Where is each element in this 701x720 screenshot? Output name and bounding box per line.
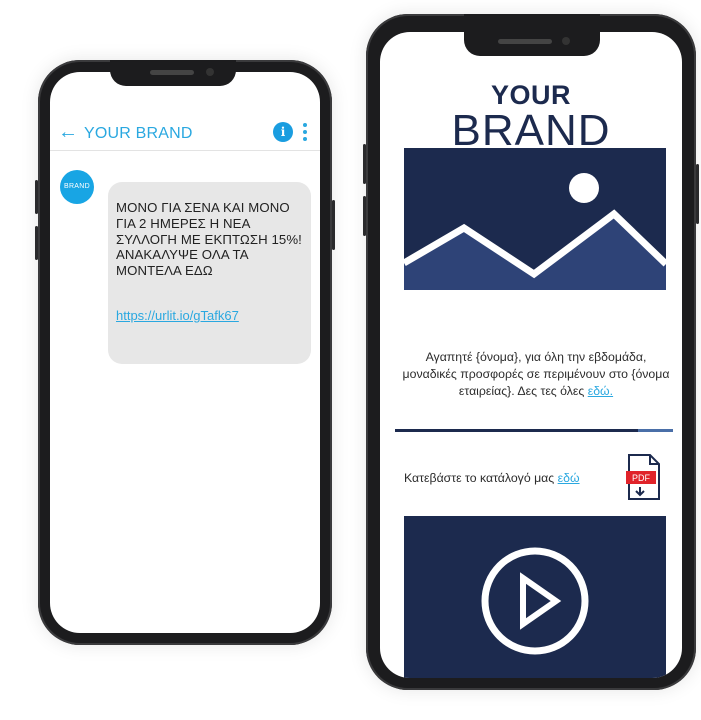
power-button (332, 200, 335, 250)
front-camera (562, 37, 570, 45)
message-text: ΜΟΝΟ ΓΙΑ ΣΕΝΑ ΚΑΙ ΜΟΝΟ ΓΙΑ 2 ΗΜΕΡΕΣ Η ΝΕ… (116, 200, 302, 279)
email-body-text: Αγαπητέ {όνομα}, για όλη την εβδομάδα, μ… (402, 350, 670, 398)
email-screen: YOUR BRAND Αγαπητέ {όνομα}, για όλη την … (380, 32, 682, 678)
pdf-label: PDF (632, 473, 651, 483)
play-circle (481, 547, 589, 655)
volume-button (35, 180, 38, 214)
volume-button (35, 226, 38, 260)
message-link[interactable]: https://urlit.io/gTafk67 (116, 308, 239, 323)
catalog-row: Κατεβάστε το κατάλογό μας εδώ (404, 471, 580, 485)
catalog-text: Κατεβάστε το κατάλογό μας (404, 471, 555, 485)
more-options-icon[interactable] (302, 122, 308, 142)
divider-accent (638, 429, 673, 432)
email-body-link[interactable]: εδώ. (588, 384, 613, 398)
video-player[interactable] (404, 516, 666, 678)
email-phone: YOUR BRAND Αγαπητέ {όνομα}, για όλη την … (363, 14, 699, 690)
pdf-icon[interactable]: PDF (626, 453, 662, 501)
volume-button (363, 196, 366, 236)
front-camera (206, 68, 214, 76)
arrow-left-icon[interactable]: ← (58, 122, 78, 142)
sms-header: ← YOUR BRAND i (50, 116, 320, 151)
divider (395, 429, 673, 432)
sms-screen: ← YOUR BRAND i BRAND ΜΟΝΟ ΓΙΑ ΣΕΝΑ ΚΑΙ Μ… (50, 72, 320, 633)
landscape-icon (404, 173, 666, 290)
play-icon[interactable] (520, 572, 562, 630)
info-icon[interactable]: i (273, 122, 293, 142)
hero-image-placeholder (404, 148, 666, 290)
speaker (150, 70, 194, 75)
sms-phone: ← YOUR BRAND i BRAND ΜΟΝΟ ΓΙΑ ΣΕΝΑ ΚΑΙ Μ… (35, 60, 335, 645)
email-body: Αγαπητέ {όνομα}, για όλη την εβδομάδα, μ… (402, 349, 670, 400)
catalog-link[interactable]: εδώ (558, 471, 580, 485)
avatar: BRAND (60, 170, 94, 204)
power-button (696, 164, 699, 224)
notch (464, 14, 600, 56)
speaker (498, 39, 552, 44)
volume-button (363, 144, 366, 184)
message-bubble: ΜΟΝΟ ΓΙΑ ΣΕΝΑ ΚΑΙ ΜΟΝΟ ΓΙΑ 2 ΗΜΕΡΕΣ Η ΝΕ… (108, 182, 311, 364)
conversation-title: YOUR BRAND (84, 125, 193, 142)
